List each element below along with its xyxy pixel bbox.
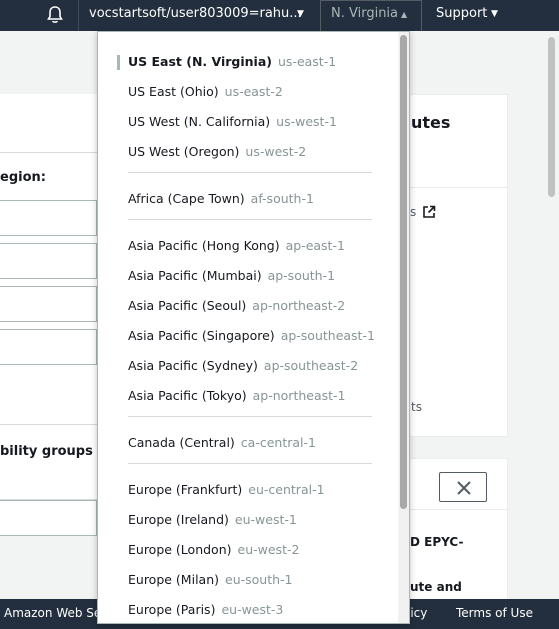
region-option[interactable]: Europe (Milan) eu-south-1 — [128, 569, 293, 591]
notice-text-1: D EPYC- — [410, 535, 464, 549]
bell-icon[interactable] — [44, 4, 66, 26]
region-code: eu-south-1 — [225, 572, 293, 587]
footer-copyright: Amazon Web Se — [4, 606, 102, 620]
region-group-divider — [128, 416, 372, 417]
region-label[interactable]: N. Virginia — [331, 6, 398, 21]
region-option[interactable]: Asia Pacific (Seoul) ap-northeast-2 — [128, 295, 345, 317]
region-name: Asia Pacific (Seoul) — [128, 298, 247, 313]
region-option[interactable]: US East (N. Virginia) us-east-1 — [128, 51, 336, 73]
region-option[interactable]: Asia Pacific (Tokyo) ap-northeast-1 — [128, 385, 346, 407]
region-code: eu-west-1 — [234, 512, 297, 527]
region-option[interactable]: Canada (Central) ca-central-1 — [128, 432, 316, 454]
region-group-divider — [128, 172, 372, 173]
region-option[interactable]: Europe (Paris) eu-west-3 — [128, 599, 283, 621]
region-name: US West (N. California) — [128, 114, 271, 129]
region-name: Europe (Milan) — [128, 572, 219, 587]
region-option[interactable]: Europe (London) eu-west-2 — [128, 539, 299, 561]
region-code: eu-west-2 — [237, 542, 300, 557]
region-code: us-east-1 — [278, 54, 337, 69]
region-code: ap-northeast-2 — [252, 298, 346, 313]
region-code: ap-southeast-2 — [263, 358, 359, 373]
region-option[interactable]: US East (Ohio) us-east-2 — [128, 81, 283, 103]
support-menu[interactable]: Support — [436, 6, 487, 21]
region-name: Asia Pacific (Hong Kong) — [128, 238, 280, 253]
chevron-down-icon: ▼ — [491, 9, 498, 19]
notice-text-2: ute and — [410, 580, 462, 594]
region-code: eu-central-1 — [248, 482, 325, 497]
chevron-up-icon: ▲ — [401, 10, 408, 19]
region-name: Canada (Central) — [128, 435, 235, 450]
region-code: ap-northeast-1 — [252, 388, 346, 403]
region-option[interactable]: Asia Pacific (Hong Kong) ap-east-1 — [128, 235, 345, 257]
footer-terms-link[interactable]: Terms of Use — [456, 606, 533, 620]
close-icon — [457, 481, 471, 495]
account-menu[interactable]: vocstartsoft/user803009=rahu... — [89, 6, 302, 21]
region-name: Asia Pacific (Singapore) — [128, 328, 275, 343]
region-name: Europe (Paris) — [128, 602, 216, 617]
form-field[interactable] — [0, 286, 97, 322]
page-scrollbar[interactable] — [545, 31, 559, 599]
selected-indicator — [117, 55, 120, 70]
region-name: Africa (Cape Town) — [128, 191, 245, 206]
region-code: ca-central-1 — [240, 435, 316, 450]
region-name: US West (Oregon) — [128, 144, 240, 159]
region-code: ap-southeast-1 — [280, 328, 375, 343]
region-code: us-east-2 — [224, 84, 283, 99]
launch-panel — [0, 94, 97, 536]
region-name: Asia Pacific (Tokyo) — [128, 388, 247, 403]
footer-privacy-link[interactable]: licy — [407, 606, 427, 620]
region-name: US East (N. Virginia) — [128, 54, 272, 69]
region-code: af-south-1 — [250, 191, 314, 206]
info-text: ts — [411, 400, 422, 414]
chevron-down-icon: ▼ — [297, 9, 304, 19]
form-field[interactable] — [0, 243, 97, 279]
region-code: us-west-2 — [245, 144, 307, 159]
region-option[interactable]: Europe (Frankfurt) eu-central-1 — [128, 479, 325, 501]
info-panel-title: utes — [411, 113, 451, 132]
info-link[interactable]: s — [410, 205, 416, 219]
form-field[interactable] — [0, 500, 97, 536]
region-name: Asia Pacific (Mumbai) — [128, 268, 262, 283]
region-code: us-west-1 — [276, 114, 337, 129]
dropdown-scrollbar-thumb[interactable] — [400, 35, 407, 509]
region-name: Europe (London) — [128, 542, 232, 557]
region-option[interactable]: Asia Pacific (Sydney) ap-southeast-2 — [128, 355, 358, 377]
region-name: Europe (Ireland) — [128, 512, 229, 527]
region-name: Europe (Frankfurt) — [128, 482, 243, 497]
region-option[interactable]: Europe (Ireland) eu-west-1 — [128, 509, 297, 531]
region-name: Asia Pacific (Sydney) — [128, 358, 258, 373]
dropdown-scrollbar[interactable] — [398, 32, 409, 623]
nav-separator — [78, 0, 79, 31]
region-code: eu-west-3 — [221, 602, 284, 617]
external-link-icon[interactable] — [422, 205, 436, 219]
region-option[interactable]: Africa (Cape Town) af-south-1 — [128, 188, 314, 210]
region-field-label: egion: — [0, 170, 46, 185]
form-field[interactable] — [0, 329, 97, 365]
region-dropdown: US East (N. Virginia) us-east-1 US East (O… — [97, 31, 410, 624]
region-name: US East (Ohio) — [128, 84, 219, 99]
region-option[interactable]: US West (Oregon) us-west-2 — [128, 141, 306, 163]
close-button[interactable] — [439, 472, 487, 502]
region-group-divider — [128, 463, 372, 464]
region-option[interactable]: Asia Pacific (Singapore) ap-southeast-1 — [128, 325, 375, 347]
region-option[interactable]: Asia Pacific (Mumbai) ap-south-1 — [128, 265, 335, 287]
info-panel — [405, 94, 509, 437]
top-nav: vocstartsoft/user803009=rahu... ▼ N. Vir… — [0, 0, 559, 31]
form-field[interactable] — [0, 200, 97, 236]
page-scrollbar-thumb[interactable] — [548, 37, 555, 197]
region-option[interactable]: US West (N. California) us-west-1 — [128, 111, 337, 133]
region-code: ap-east-1 — [285, 238, 345, 253]
region-group-divider — [128, 219, 372, 220]
region-code: ap-south-1 — [267, 268, 336, 283]
